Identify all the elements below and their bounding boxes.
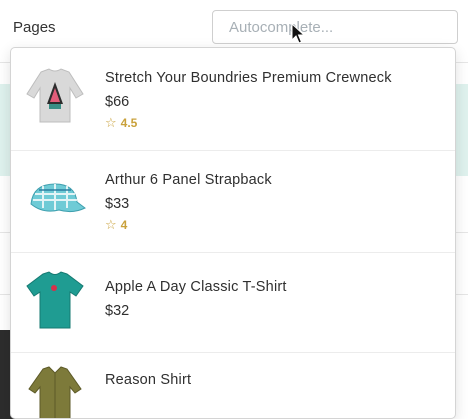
cap-icon (30, 183, 86, 213)
search-input[interactable] (212, 10, 458, 44)
item-name: Reason Shirt (105, 372, 192, 388)
item-name: Apple A Day Classic T-Shirt (105, 279, 287, 295)
suggestion-item[interactable]: Apple A Day Classic T-Shirt $32 (11, 252, 455, 353)
item-price: $32 (105, 303, 130, 319)
rating-value: 4.5 (120, 116, 138, 130)
nav-pages-link[interactable]: Pages (13, 19, 56, 36)
item-name: Arthur 6 Panel Strapback (105, 172, 272, 188)
tshirt-icon (26, 271, 84, 329)
star-icon: ☆ (105, 217, 117, 232)
item-rating: ☆ 4.5 (105, 115, 392, 131)
suggestion-item[interactable]: Arthur 6 Panel Strapback $33 ☆ 4 (11, 150, 455, 253)
suggestion-item[interactable]: Stretch Your Boundries Premium Crewneck … (11, 48, 455, 151)
shirt-icon (28, 366, 82, 418)
rating-value: 4 (120, 218, 128, 232)
mouse-cursor-icon (291, 23, 305, 44)
sweater-icon (26, 68, 84, 123)
item-name: Stretch Your Boundries Premium Crewneck (105, 70, 392, 86)
autocomplete-dropdown: Stretch Your Boundries Premium Crewneck … (10, 47, 456, 419)
suggestion-item[interactable]: Reason Shirt (11, 352, 455, 418)
item-rating: ☆ 4 (105, 217, 272, 233)
star-icon: ☆ (105, 115, 117, 130)
item-price: $33 (105, 196, 130, 212)
item-price: $66 (105, 94, 130, 110)
